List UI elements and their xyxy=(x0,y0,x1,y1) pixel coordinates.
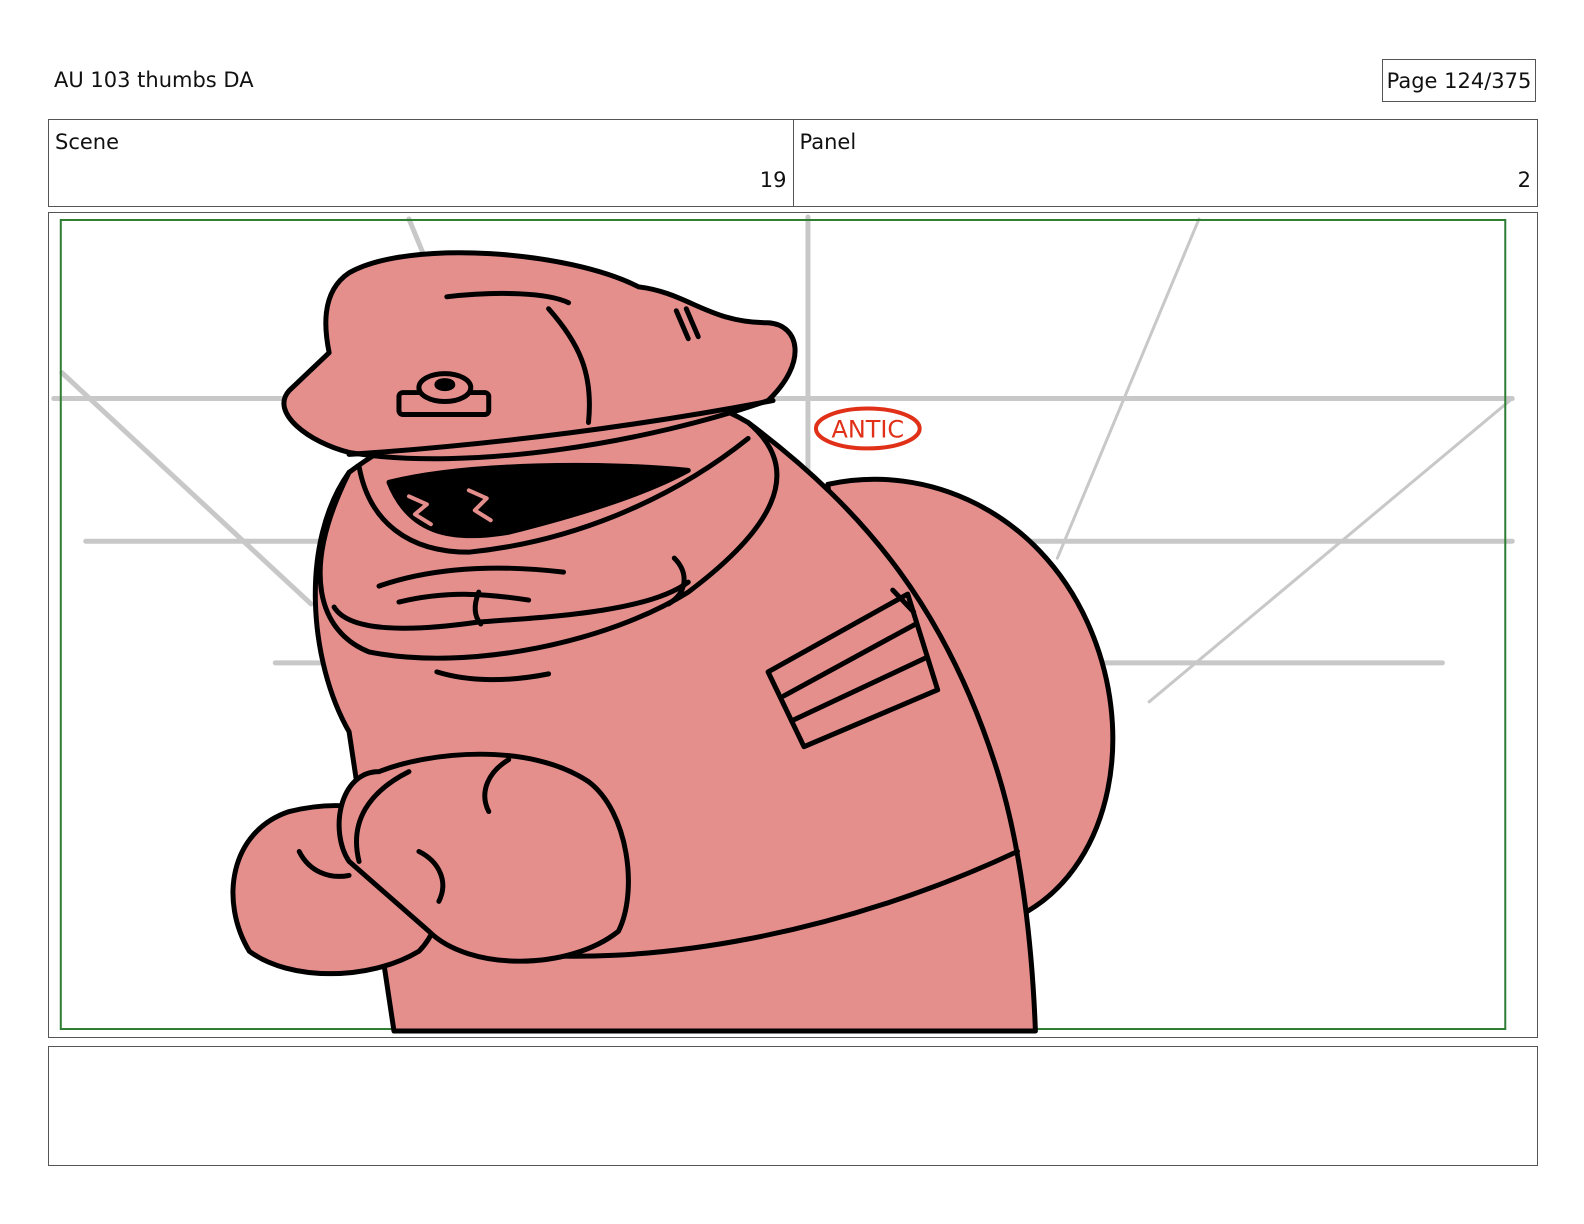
scene-label: Scene xyxy=(55,130,120,154)
panel-label: Panel xyxy=(799,130,857,154)
character xyxy=(230,250,1116,1034)
panel-value: 2 xyxy=(1517,168,1531,192)
scene-cell: Scene 19 xyxy=(49,120,793,206)
page-counter: Page 124/375 xyxy=(1382,59,1536,102)
scene-value: 19 xyxy=(759,168,787,192)
doc-title: AU 103 thumbs DA xyxy=(54,68,254,92)
panel-notes[interactable] xyxy=(48,1046,1538,1166)
antic-annotation: ANTIC xyxy=(813,406,922,451)
panel-drawing: ANTIC xyxy=(51,214,1515,1034)
panel-cell: Panel 2 xyxy=(792,120,1538,206)
storyboard-panel: ANTIC xyxy=(48,212,1538,1038)
scene-panel-info: Scene 19 Panel 2 xyxy=(48,119,1538,207)
antic-label: ANTIC xyxy=(831,415,904,443)
